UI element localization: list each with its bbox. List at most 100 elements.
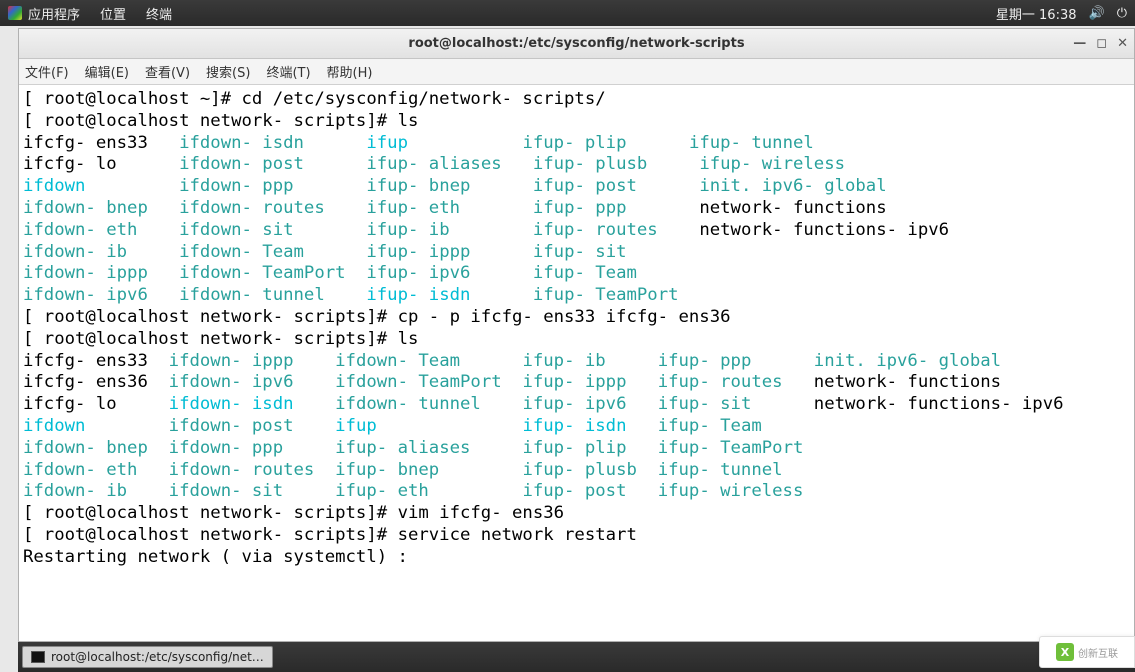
menu-view[interactable]: 查看(V) [145,62,190,81]
ls1-r7c0: ifdown- ipv6 [23,285,148,305]
close-button[interactable]: ✕ [1117,36,1128,51]
ls2-r1c0: ifcfg- ens36 [23,372,148,392]
ls1-r2c3: ifup- post [533,176,637,196]
ls2-r1c5: network- functions [814,372,1001,392]
ls1-r2c0: ifdown [23,176,85,196]
activities-icon[interactable] [8,6,22,20]
prompt: [ root@localhost network- scripts]# [23,111,398,131]
ls1-r1c2: ifup- aliases [366,154,501,174]
ls2-r2c4: ifup- sit [658,394,752,414]
ls1-r7c2: ifup- isdn [366,285,470,305]
terminal-icon [31,651,45,663]
menu-help[interactable]: 帮助(H) [327,62,373,81]
cmd-ls2: ls [398,329,419,349]
menu-edit[interactable]: 编辑(E) [85,62,129,81]
menu-places[interactable]: 位置 [100,4,126,23]
ls1-r3c1: ifdown- routes [179,198,325,218]
cmd-service: service network restart [398,525,637,545]
ls1-r0c0: ifcfg- ens33 [23,133,148,153]
power-icon[interactable]: ⏻ [1117,6,1127,21]
ls1-r3c3: ifup- ppp [533,198,627,218]
ls2-r1c4: ifup- routes [658,372,783,392]
ls1-r5c3: ifup- sit [533,242,627,262]
ls1-r6c3: ifup- Team [533,263,637,283]
cmd-vim: vim ifcfg- ens36 [398,503,564,523]
ls1-r4c2: ifup- ib [366,220,449,240]
ls2-r3c2: ifup [335,416,377,436]
prompt: [ root@localhost network- scripts]# [23,307,398,327]
menu-file[interactable]: 文件(F) [25,62,69,81]
ls1-r4c0: ifdown- eth [23,220,137,240]
menu-terminal[interactable]: 终端(T) [266,62,310,81]
cmd-cd: cd /etc/sysconfig/network- scripts/ [242,89,606,109]
ls1-r6c1: ifdown- TeamPort [179,263,345,283]
top-panel: 应用程序 位置 终端 星期一 16:38 🔊 ⏻ [0,0,1135,26]
ls1-r3c0: ifdown- bnep [23,198,148,218]
ls2-r2c5: network- functions- ipv6 [814,394,1064,414]
ls2-r5c1: ifdown- routes [169,460,315,480]
ls1-r1c0: ifcfg- lo [23,154,117,174]
ls1-r7c1: ifdown- tunnel [179,285,325,305]
cmd-ls: ls [398,111,419,131]
ls2-r4c2: ifup- aliases [335,438,470,458]
ls2-r5c0: ifdown- eth [23,460,137,480]
restarting-line: Restarting network ( via systemctl) : [23,547,408,567]
prompt: [ root@localhost network- scripts]# [23,329,398,349]
ls1-r1c1: ifdown- post [179,154,304,174]
ls1-r0c4: ifup- tunnel [689,133,814,153]
volume-icon[interactable]: 🔊 [1089,6,1105,21]
ls2-r3c3: ifup- isdn [522,416,626,436]
minimize-button[interactable]: — [1073,36,1086,51]
ls1-r4c3: ifup- routes [533,220,658,240]
watermark-icon: X [1056,643,1074,661]
ls1-r5c0: ifdown- ib [23,242,127,262]
ls2-r2c1: ifdown- isdn [169,394,294,414]
ls2-r0c5: init. ipv6- global [814,351,1001,371]
system-tray: 星期一 16:38 🔊 ⏻ [996,4,1127,23]
ls1-r4c1: ifdown- sit [179,220,293,240]
menu-terminal-app[interactable]: 终端 [146,4,172,23]
ls2-r6c0: ifdown- ib [23,481,127,501]
ls2-r4c3: ifup- plip [522,438,626,458]
ls2-r6c1: ifdown- sit [169,481,283,501]
ls1-r2c2: ifup- bnep [366,176,470,196]
ls1-r5c1: ifdown- Team [179,242,304,262]
ls1-r0c3: ifup- plip [522,133,626,153]
ls2-r0c1: ifdown- ippp [169,351,294,371]
ls1-r4c4: network- functions- ipv6 [699,220,949,240]
ls2-r1c2: ifdown- TeamPort [335,372,501,392]
menu-applications[interactable]: 应用程序 [28,4,80,23]
ls1-r6c0: ifdown- ippp [23,263,148,283]
ls1-r6c2: ifup- ipv6 [366,263,470,283]
ls2-r2c2: ifdown- tunnel [335,394,481,414]
taskbar-item-label: root@localhost:/etc/sysconfig/net… [51,650,264,664]
ls2-r0c0: ifcfg- ens33 [23,351,148,371]
menu-search[interactable]: 搜索(S) [206,62,250,81]
terminal-output[interactable]: [ root@localhost ~]# cd /etc/sysconfig/n… [19,85,1134,641]
taskbar-item-terminal[interactable]: root@localhost:/etc/sysconfig/net… [22,646,273,668]
window-titlebar[interactable]: root@localhost:/etc/sysconfig/network-sc… [19,29,1134,59]
prompt: [ root@localhost ~]# [23,89,242,109]
ls1-r1c4: ifup- wireless [699,154,845,174]
cmd-cp: cp - p ifcfg- ens33 ifcfg- ens36 [398,307,731,327]
ls2-r1c1: ifdown- ipv6 [169,372,294,392]
ls1-r3c2: ifup- eth [366,198,460,218]
ls2-r5c4: ifup- tunnel [658,460,783,480]
ls2-r5c3: ifup- plusb [522,460,636,480]
ls2-r6c4: ifup- wireless [658,481,804,501]
watermark-text: 创新互联 [1078,645,1118,660]
prompt: [ root@localhost network- scripts]# [23,525,398,545]
clock[interactable]: 星期一 16:38 [996,4,1077,23]
prompt: [ root@localhost network- scripts]# [23,503,398,523]
ls2-r4c4: ifup- TeamPort [658,438,804,458]
ls1-r5c2: ifup- ippp [366,242,470,262]
ls2-r3c4: ifup- Team [658,416,762,436]
maximize-button[interactable]: ◻ [1096,36,1107,51]
ls2-r4c0: ifdown- bnep [23,438,148,458]
ls2-r0c4: ifup- ppp [658,351,752,371]
ls1-r1c3: ifup- plusb [533,154,647,174]
ls2-r1c3: ifup- ippp [522,372,626,392]
terminal-window: root@localhost:/etc/sysconfig/network-sc… [18,28,1135,642]
menubar: 文件(F) 编辑(E) 查看(V) 搜索(S) 终端(T) 帮助(H) [19,59,1134,85]
ls2-r2c0: ifcfg- lo [23,394,117,414]
